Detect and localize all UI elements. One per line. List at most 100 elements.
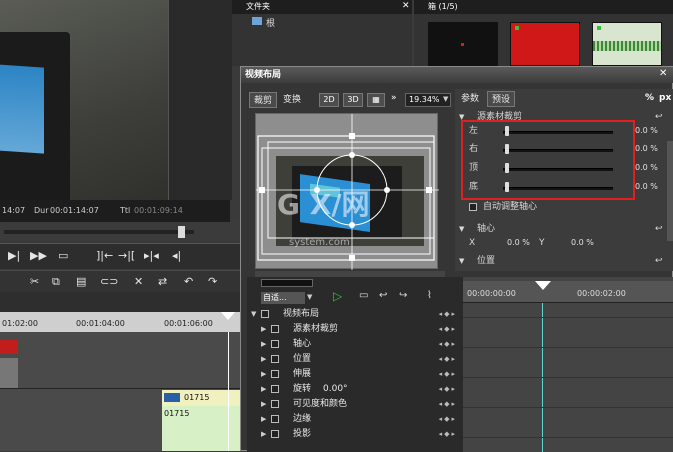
scrub-handle[interactable] xyxy=(178,226,185,238)
kf-nav-icon[interactable]: ◂◆▸ xyxy=(439,307,457,322)
bin-thumb[interactable] xyxy=(428,22,498,66)
kf-nav-icon[interactable]: ◂◆▸ xyxy=(439,352,457,367)
keyframe-timeline[interactable]: 00:00:00:00 00:00:02:00 xyxy=(463,277,673,452)
kf-row-rotation[interactable]: ▶ 旋转 0.00° ◂◆▸ xyxy=(247,382,463,397)
kf-nav-icon[interactable]: ◂◆▸ xyxy=(439,427,457,442)
expand-icon[interactable]: ▶ xyxy=(261,322,266,337)
folder-root[interactable]: 根 xyxy=(266,16,275,29)
crop-bottom-value[interactable]: 0.0 % xyxy=(635,179,658,195)
kf-mode-select[interactable]: 自适... xyxy=(261,292,305,304)
close-icon[interactable]: ✕ xyxy=(659,68,667,79)
kf-nav-icon[interactable]: ◂◆▸ xyxy=(439,397,457,412)
auto-adjust-axis-row[interactable]: 自动调整轴心 xyxy=(459,199,673,215)
comment-icon[interactable]: ▭ xyxy=(359,290,368,301)
kf-checkbox[interactable] xyxy=(271,385,279,393)
crop-top-value[interactable]: 0.0 % xyxy=(635,160,658,176)
chevron-down-icon[interactable]: ▼ xyxy=(443,95,448,103)
more-icon[interactable]: » xyxy=(391,93,397,103)
grid-icon[interactable]: ▦ xyxy=(367,93,385,107)
kf-nav-icon[interactable]: ◂◆▸ xyxy=(439,322,457,337)
axis-y-value[interactable]: 0.0 % xyxy=(571,235,594,251)
split-icon[interactable]: ▸|◂ xyxy=(144,249,159,262)
reset-icon[interactable]: ↩ xyxy=(655,253,663,269)
delete-icon[interactable]: ✕ xyxy=(134,275,143,288)
tab-presets[interactable]: 预设 xyxy=(487,91,516,107)
collapse-icon[interactable]: ▼ xyxy=(251,307,256,322)
kf-checkbox[interactable] xyxy=(271,340,279,348)
kf-nav-icon[interactable]: ◂◆▸ xyxy=(439,367,457,382)
section-position[interactable]: ▼ 位置 ↩ xyxy=(459,253,673,269)
next-key-icon[interactable]: ↪ xyxy=(399,290,407,301)
collapse-icon[interactable]: ▼ xyxy=(459,253,464,269)
playhead-marker[interactable] xyxy=(221,312,235,320)
cut-icon[interactable]: ✂ xyxy=(30,275,39,288)
bin-thumb[interactable] xyxy=(592,22,662,66)
kf-row-position[interactable]: ▶ 位置 ◂◆▸ xyxy=(247,352,463,367)
expand-icon[interactable]: ▶ xyxy=(261,427,266,442)
expand-icon[interactable]: ▶ xyxy=(261,397,266,412)
paste-icon[interactable]: ▤ xyxy=(76,275,86,288)
kf-row-source-crop[interactable]: ▶ 源素材裁剪 ◂◆▸ xyxy=(247,322,463,337)
mark-in-icon[interactable]: ]|← xyxy=(96,249,113,262)
kf-checkbox[interactable] xyxy=(271,370,279,378)
kf-checkbox[interactable] xyxy=(271,430,279,438)
copy-icon[interactable]: ⧉ xyxy=(52,275,60,289)
btn-3d[interactable]: 3D xyxy=(343,93,363,107)
kf-ruler[interactable]: 00:00:00:00 00:00:02:00 xyxy=(463,281,673,303)
kf-checkbox[interactable] xyxy=(271,355,279,363)
axis-x-value[interactable]: 0.0 % xyxy=(507,235,530,251)
px-button[interactable]: px xyxy=(659,93,671,103)
expand-icon[interactable]: ▶ xyxy=(261,367,266,382)
timeline-ruler[interactable]: 01:02:00 00:01:04:00 00:01:06:00 xyxy=(0,312,240,332)
kf-checkbox[interactable] xyxy=(271,415,279,423)
kf-nav-icon[interactable]: ◂◆▸ xyxy=(439,382,457,397)
expand-icon[interactable]: ▶ xyxy=(261,382,266,397)
timeline-clip-gray[interactable] xyxy=(0,358,18,388)
btn-2d[interactable]: 2D xyxy=(319,93,339,107)
crop-right-value[interactable]: 0.0 % xyxy=(635,141,658,157)
kf-slider[interactable] xyxy=(261,279,313,287)
kf-row-shadow[interactable]: ▶ 投影 ◂◆▸ xyxy=(247,427,463,442)
monitor-icon[interactable]: ▭ xyxy=(58,249,68,262)
kf-row-visibility[interactable]: ▶ 可见度和颜色 ◂◆▸ xyxy=(247,397,463,412)
expand-icon[interactable]: ▶ xyxy=(261,337,266,352)
play-icon[interactable]: ▶| xyxy=(8,249,20,262)
graph-icon[interactable]: ⌇ xyxy=(427,290,432,301)
link-icon[interactable]: ⊂⊃ xyxy=(100,275,118,288)
kf-row-video-layout[interactable]: ▼ 视频布局 ◂◆▸ xyxy=(247,307,463,322)
kf-checkbox[interactable] xyxy=(261,310,269,318)
kf-checkbox[interactable] xyxy=(271,400,279,408)
bin-thumb[interactable] xyxy=(510,22,580,66)
chevron-down-icon[interactable]: ▼ xyxy=(307,293,312,301)
params-scrollbar[interactable] xyxy=(667,141,673,241)
tab-params[interactable]: 参数 xyxy=(457,91,483,107)
auto-adjust-checkbox[interactable] xyxy=(469,203,477,211)
undo-icon[interactable]: ↶ xyxy=(184,275,193,288)
step-icon[interactable]: ◂| xyxy=(172,249,181,262)
crop-left-value[interactable]: 0.0 % xyxy=(635,123,658,139)
rotation-value[interactable]: 0.00° xyxy=(323,382,348,397)
kf-row-stretch[interactable]: ▶ 伸展 ◂◆▸ xyxy=(247,367,463,382)
kf-nav-icon[interactable]: ◂◆▸ xyxy=(439,337,457,352)
percent-button[interactable]: % xyxy=(645,93,654,103)
ripple-icon[interactable]: ⇄ xyxy=(158,275,167,288)
play-icon[interactable]: ▷ xyxy=(333,289,342,303)
kf-label: 源素材裁剪 xyxy=(293,324,339,334)
expand-icon[interactable]: ▶ xyxy=(261,352,266,367)
fast-forward-icon[interactable]: ▶▶ xyxy=(30,249,47,262)
close-icon[interactable]: ✕ xyxy=(402,1,410,11)
kf-row-edge[interactable]: ▶ 边缘 ◂◆▸ xyxy=(247,412,463,427)
kf-playhead-marker[interactable] xyxy=(535,281,551,290)
mark-out-icon[interactable]: →|[ xyxy=(118,249,135,262)
tab-transform[interactable]: 变换 xyxy=(279,92,305,108)
timeline-clip-red[interactable] xyxy=(0,340,18,354)
scrub-bar[interactable] xyxy=(0,222,240,242)
redo-icon[interactable]: ↷ xyxy=(208,275,217,288)
tab-crop[interactable]: 裁剪 xyxy=(249,92,278,108)
playback-controls: ▶| ▶▶ ▭ ]|← →|[ ▸|◂ ◂| xyxy=(0,243,240,269)
kf-row-axis[interactable]: ▶ 轴心 ◂◆▸ xyxy=(247,337,463,352)
prev-key-icon[interactable]: ↩ xyxy=(379,290,387,301)
kf-nav-icon[interactable]: ◂◆▸ xyxy=(439,412,457,427)
expand-icon[interactable]: ▶ xyxy=(261,412,266,427)
kf-checkbox[interactable] xyxy=(271,325,279,333)
